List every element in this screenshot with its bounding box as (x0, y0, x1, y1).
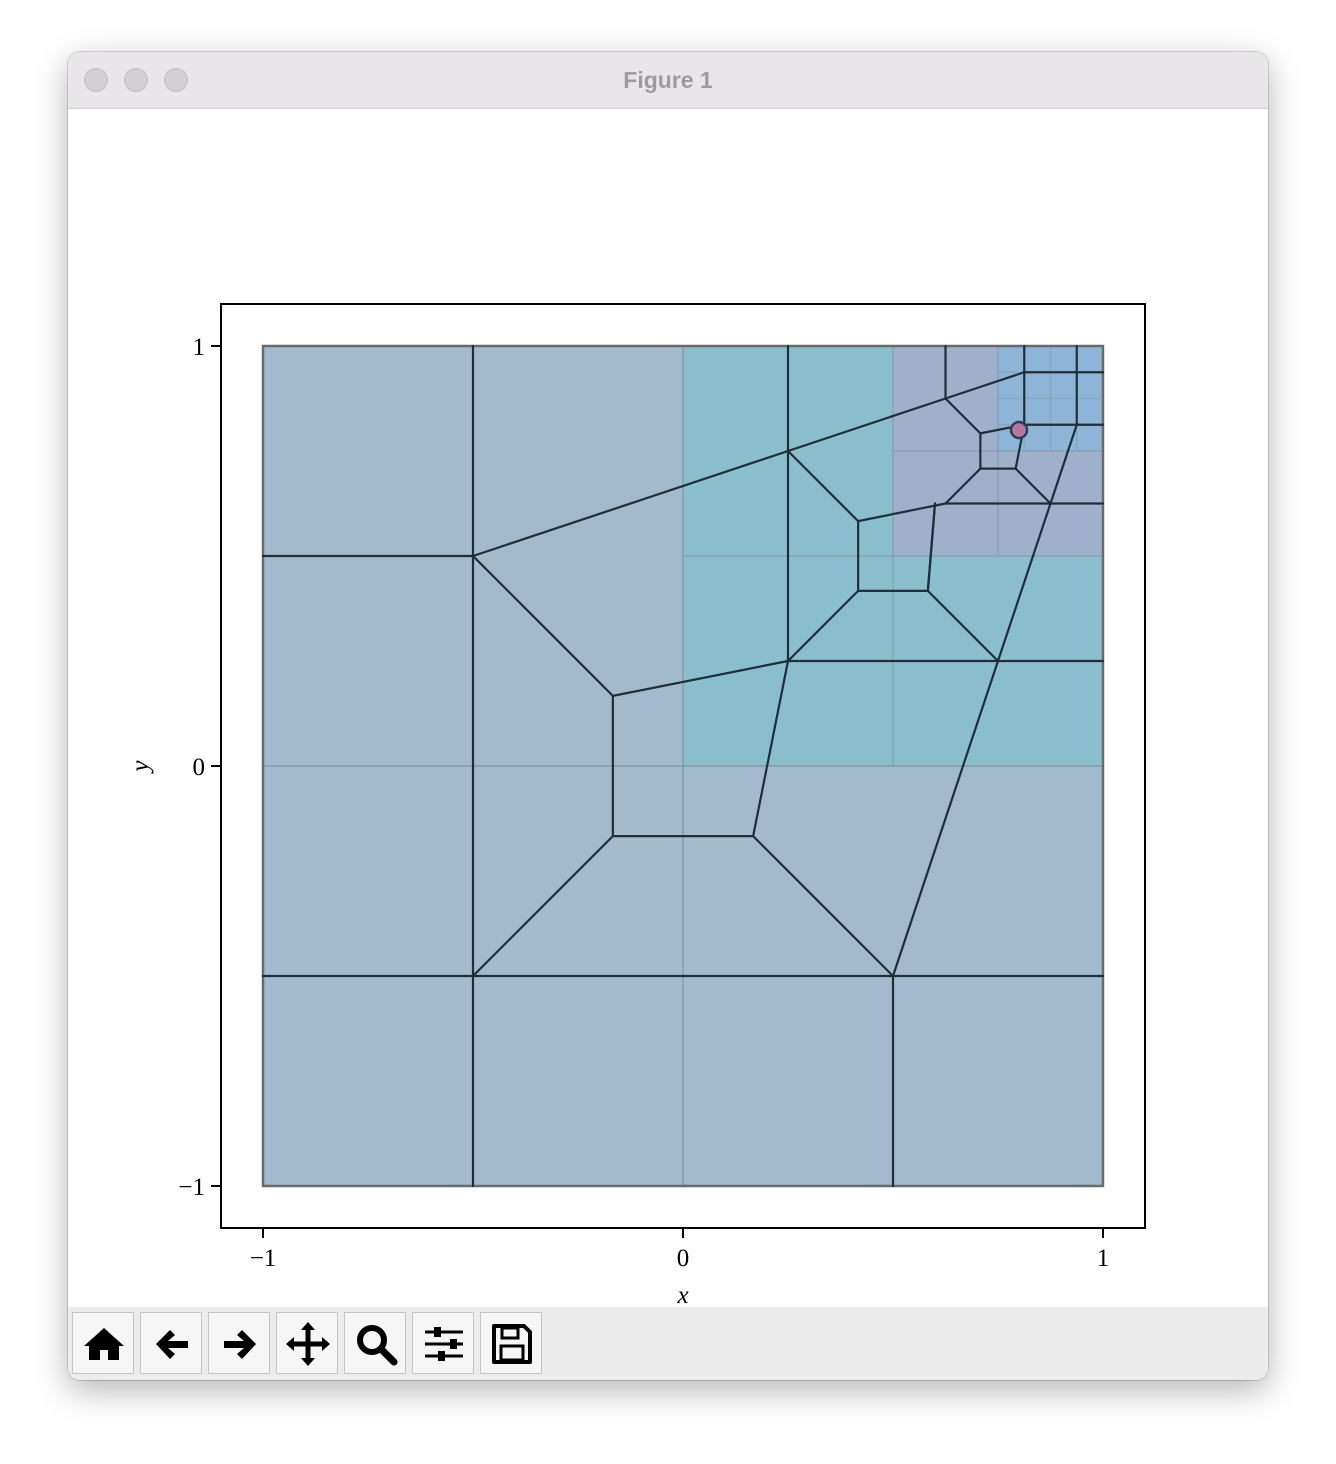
y-axis-label: y (127, 760, 154, 775)
floppy-disk-icon (492, 1324, 532, 1364)
data-point (1009, 420, 1029, 440)
x-tick-label: −1 (250, 1245, 277, 1272)
points (1009, 420, 1029, 440)
configure-subplots-button[interactable] (412, 1312, 474, 1374)
figure-window: Figure 1 −1 0 1 −1 0 1 x y (68, 52, 1268, 1380)
window-title: Figure 1 (623, 67, 713, 93)
navigation-toolbar (68, 1307, 1268, 1380)
save-button[interactable] (480, 1312, 542, 1374)
title-bar[interactable]: Figure 1 (68, 52, 1268, 109)
home-icon (84, 1328, 124, 1360)
arrow-right-icon (224, 1330, 256, 1359)
move-icon (286, 1322, 330, 1366)
x-tick-label: 1 (1097, 1245, 1110, 1272)
y-tick-label: 0 (193, 754, 206, 781)
plot-svg: −1 0 1 −1 0 1 x y (127, 303, 1146, 1307)
figure-canvas[interactable]: −1 0 1 −1 0 1 x y (68, 109, 1268, 1307)
arrow-left-icon (156, 1330, 188, 1359)
pan-button[interactable] (276, 1312, 338, 1374)
x-axis-label: x (676, 1282, 688, 1307)
x-tick-label: 0 (677, 1245, 690, 1272)
sliders-icon (425, 1327, 463, 1361)
magnifier-icon (357, 1325, 398, 1366)
y-tick-label: 1 (193, 334, 206, 361)
home-button[interactable] (72, 1312, 134, 1374)
y-tick-label: −1 (178, 1174, 205, 1201)
zoom-button[interactable] (344, 1312, 406, 1374)
forward-button[interactable] (208, 1312, 270, 1374)
back-button[interactable] (140, 1312, 202, 1374)
